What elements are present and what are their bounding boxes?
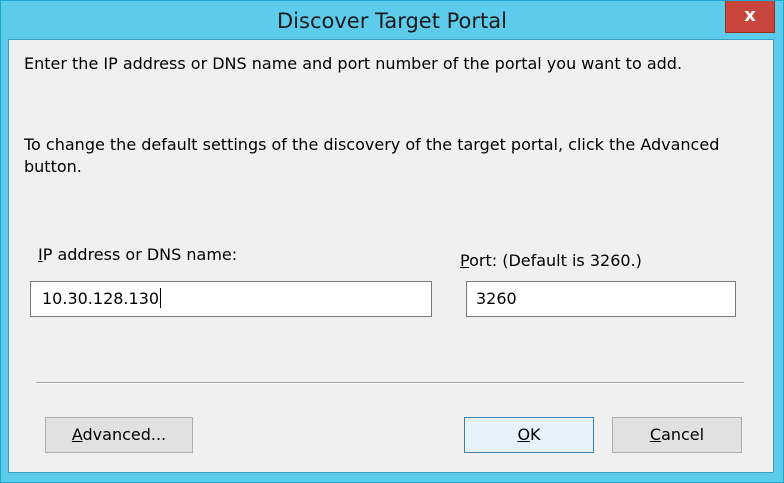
port-label-mnemonic: P <box>460 251 470 270</box>
cancel-mnemonic: C <box>649 425 662 444</box>
cancel-label: ancel <box>661 425 705 444</box>
advanced-label: dvanced... <box>82 425 167 444</box>
advanced-mnemonic: A <box>71 425 83 444</box>
instruction-text-1: Enter the IP address or DNS name and por… <box>24 54 683 73</box>
title-bar[interactable]: Discover Target Portal x <box>1 1 783 39</box>
ip-address-input[interactable]: 10.30.128.130 <box>30 281 432 317</box>
ok-button[interactable]: OK <box>464 417 594 453</box>
close-icon: x <box>744 5 756 26</box>
port-label: Port: (Default is 3260.) <box>460 251 642 271</box>
ip-label-text: P address or DNS name: <box>42 245 238 264</box>
separator-line <box>36 382 744 384</box>
port-label-text: ort: (Default is 3260.) <box>469 251 642 270</box>
cancel-button[interactable]: Cancel <box>612 417 742 453</box>
ok-label: K <box>530 425 541 444</box>
text-caret <box>160 288 162 308</box>
port-value: 3260 <box>476 289 517 308</box>
window-title: Discover Target Portal <box>277 9 507 33</box>
ip-address-value: 10.30.128.130 <box>42 289 160 308</box>
instruction-text-2: To change the default settings of the di… <box>24 135 720 176</box>
close-button[interactable]: x <box>725 1 775 33</box>
advanced-button[interactable]: Advanced... <box>45 417 193 453</box>
ok-mnemonic: O <box>517 425 531 444</box>
port-input[interactable]: 3260 <box>466 281 736 317</box>
ip-address-label: IP address or DNS name: <box>38 245 237 265</box>
